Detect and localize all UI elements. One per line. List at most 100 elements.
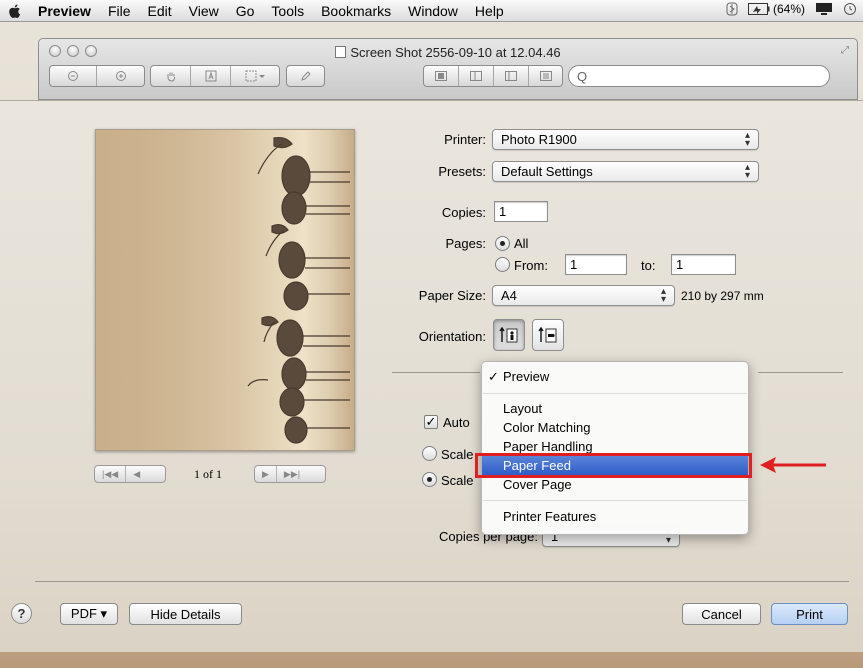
pages-all-label: All xyxy=(514,236,529,251)
menu-window[interactable]: Window xyxy=(408,3,458,19)
popup-arrows-icon: ▴▾ xyxy=(744,130,750,149)
menu-divider xyxy=(483,393,747,394)
menu-bookmarks[interactable]: Bookmarks xyxy=(321,3,391,19)
next-page-controls[interactable]: ▶ ▶▶| xyxy=(254,465,326,483)
hide-details-button[interactable]: Hide Details xyxy=(129,603,242,625)
pages-from-label: From: xyxy=(514,258,548,273)
menu-go[interactable]: Go xyxy=(236,3,255,19)
first-page-button[interactable]: |◀◀ xyxy=(95,466,127,482)
thumbnail-view-button[interactable] xyxy=(529,66,562,86)
last-page-button[interactable]: ▶▶| xyxy=(277,466,307,482)
pdf-button[interactable]: PDF ▾ xyxy=(60,603,118,625)
pages-range-radio[interactable] xyxy=(495,257,510,272)
auto-rotate-checkbox[interactable]: ✓ xyxy=(424,415,438,429)
scale-label: Scale xyxy=(441,447,474,462)
scale-radio[interactable] xyxy=(422,446,437,461)
page-count: 1 of 1 xyxy=(194,467,222,481)
preview-window: Screen Shot 2556-09-10 at 12.04.46 ⤢ Q xyxy=(38,38,858,100)
cancel-button[interactable]: Cancel xyxy=(682,603,761,625)
print-preview-image xyxy=(95,129,355,451)
display-icon[interactable] xyxy=(815,2,833,16)
menu-divider xyxy=(483,500,747,501)
print-sheet: |◀◀ ◀ 1 of 1 ▶ ▶▶| Printer: Photo R1900 … xyxy=(0,100,863,652)
zoom-toolbar-group xyxy=(49,65,145,87)
battery-status[interactable]: (64%) xyxy=(747,2,805,16)
menu-file[interactable]: File xyxy=(108,3,131,19)
annotate-button[interactable] xyxy=(287,66,324,86)
zoom-out-icon xyxy=(68,71,78,81)
section-dropdown-menu: ✓ Preview Layout Color Matching Paper Ha… xyxy=(481,361,749,535)
auto-rotate-label: Auto xyxy=(443,415,470,430)
printer-label: Printer: xyxy=(444,132,486,147)
copies-field[interactable]: 1 xyxy=(494,201,548,222)
pages-from-value: 1 xyxy=(570,257,578,272)
single-page-view-button[interactable] xyxy=(424,66,459,86)
window-title: Screen Shot 2556-09-10 at 12.04.46 xyxy=(39,45,857,60)
menu-item-label: Cover Page xyxy=(503,477,572,492)
checkmark-icon: ✓ xyxy=(488,369,499,384)
two-page-view-button[interactable] xyxy=(494,66,529,86)
two-page-icon xyxy=(505,71,517,81)
text-select-icon xyxy=(205,70,216,82)
printer-popup[interactable]: Photo R1900 ▴ ▾ xyxy=(492,129,759,150)
bottom-separator xyxy=(35,581,849,582)
landscape-icon xyxy=(538,326,557,343)
prev-page-controls[interactable]: |◀◀ ◀ xyxy=(94,465,166,483)
zoom-out-button[interactable] xyxy=(50,66,97,86)
battery-icon xyxy=(747,3,770,15)
previous-page-button[interactable]: ◀ xyxy=(126,466,147,482)
menu-preview[interactable]: Preview xyxy=(38,3,91,19)
sidebar-icon xyxy=(470,71,482,81)
page-navigation: |◀◀ ◀ 1 of 1 ▶ ▶▶| xyxy=(94,465,356,483)
menu-item-printer-features[interactable]: Printer Features xyxy=(482,507,748,526)
menu-extras: (64%) xyxy=(726,2,857,16)
section-separator-right xyxy=(758,372,843,373)
paper-size-popup[interactable]: A4 ▴ ▾ xyxy=(492,285,675,306)
annotate-toolbar-group xyxy=(286,65,325,87)
section-separator-left xyxy=(392,372,480,373)
next-page-button[interactable]: ▶ xyxy=(255,466,277,482)
portrait-orientation-button[interactable] xyxy=(493,319,525,351)
select-tool-button[interactable] xyxy=(231,66,279,86)
landscape-orientation-button[interactable] xyxy=(532,319,564,351)
menu-edit[interactable]: Edit xyxy=(148,3,172,19)
flamingo-photo xyxy=(96,130,354,450)
thumbnail-icon xyxy=(539,71,552,81)
paper-size-dimensions: 210 by 297 mm xyxy=(681,289,764,303)
pencil-icon xyxy=(300,71,311,81)
apple-icon[interactable] xyxy=(6,2,24,20)
sidebar-view-button[interactable] xyxy=(459,66,494,86)
menu-view[interactable]: View xyxy=(189,3,219,19)
pages-to-label: to: xyxy=(641,258,656,273)
pages-all-radio[interactable] xyxy=(495,236,510,251)
bluetooth-icon[interactable] xyxy=(726,2,738,16)
rect-select-icon xyxy=(245,70,265,82)
print-button[interactable]: Print xyxy=(771,603,848,625)
menu-help[interactable]: Help xyxy=(475,3,504,19)
time-machine-icon[interactable] xyxy=(843,2,857,16)
search-field[interactable]: Q xyxy=(568,65,830,87)
zoom-in-button[interactable] xyxy=(97,66,144,86)
pages-from-field[interactable]: 1 xyxy=(565,254,627,275)
pages-to-field[interactable]: 1 xyxy=(671,254,736,275)
menu-item-label: Layout xyxy=(503,401,543,416)
pages-label: Pages: xyxy=(445,236,486,251)
portrait-icon xyxy=(499,326,518,343)
view-toolbar-group xyxy=(423,65,563,87)
copies-value: 1 xyxy=(499,204,507,219)
window-title-text: Screen Shot 2556-09-10 at 12.04.46 xyxy=(350,45,561,60)
help-button[interactable]: ? xyxy=(11,603,32,624)
fullscreen-icon[interactable]: ⤢ xyxy=(841,45,849,56)
presets-popup[interactable]: Default Settings ▴ ▾ xyxy=(492,161,759,182)
menu-item-layout[interactable]: Layout xyxy=(482,399,748,418)
presets-value: Default Settings xyxy=(501,164,593,179)
presets-label: Presets: xyxy=(438,164,486,179)
move-tool-button[interactable] xyxy=(151,66,191,86)
menu-tools[interactable]: Tools xyxy=(271,3,304,19)
text-tool-button[interactable] xyxy=(191,66,231,86)
menu-item-color-matching[interactable]: Color Matching xyxy=(482,418,748,437)
scale-to-fit-radio[interactable] xyxy=(422,472,437,487)
menu-item-preview[interactable]: ✓ Preview xyxy=(482,367,748,386)
popup-arrows-icon: ▴▾ xyxy=(744,162,750,181)
document-icon xyxy=(335,46,347,58)
